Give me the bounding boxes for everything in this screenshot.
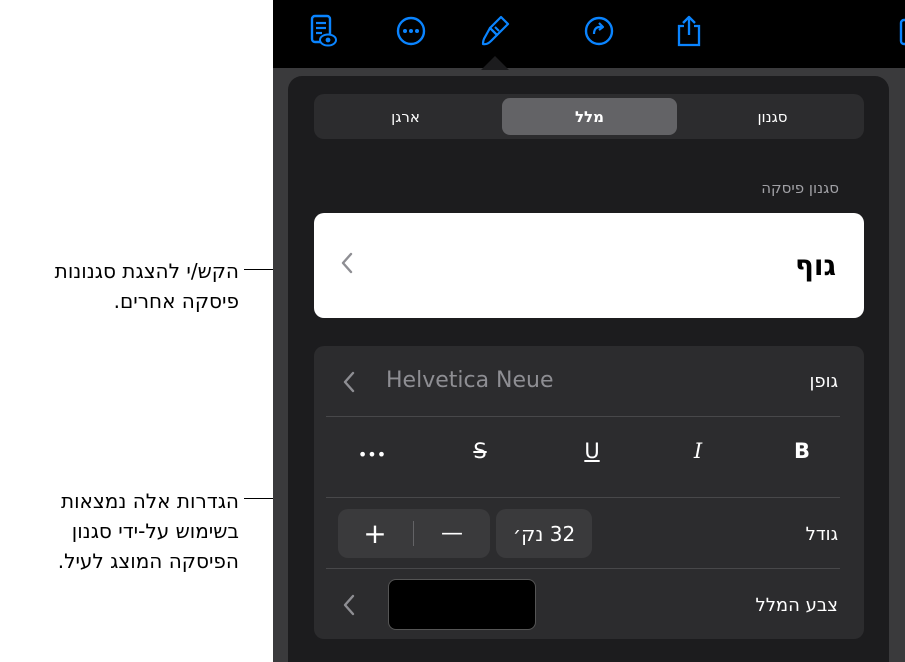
underline-button[interactable]: U — [572, 439, 612, 463]
popover-pointer — [481, 56, 509, 70]
chevron-left-icon — [342, 370, 356, 398]
tab-style[interactable]: סגנון — [685, 98, 860, 135]
reading-view-icon[interactable] — [305, 13, 341, 49]
tab-bar: ארגן מלל סגנון — [314, 94, 864, 139]
chevron-left-icon — [342, 593, 356, 621]
divider — [326, 497, 840, 498]
text-color-label: צבע המלל — [755, 595, 838, 616]
more-icon[interactable] — [393, 13, 429, 49]
ipad-screen: ארגן מלל סגנון סגנון פיסקה גוף גופן Helv… — [273, 0, 905, 662]
toolbar — [273, 0, 905, 68]
callout-tap-styles-line-2: פיסקה אחרים. — [113, 289, 239, 313]
size-value[interactable]: 32 נק׳ — [496, 509, 592, 558]
text-color-swatch[interactable] — [388, 579, 536, 630]
stepper-separator — [413, 521, 414, 546]
font-row[interactable]: גופן Helvetica Neue — [314, 346, 864, 416]
tab-arrange[interactable]: ארגן — [318, 98, 493, 135]
decrease-size-button[interactable]: — — [415, 509, 489, 558]
chevron-left-icon — [340, 251, 354, 279]
text-settings-group: גופן Helvetica Neue ••• S U I B גודל + —… — [314, 346, 864, 639]
paragraph-style-value: גוף — [794, 249, 836, 282]
callout-settings-line-1: הגדרות אלה נמצאות — [60, 489, 239, 513]
size-label: גודל — [805, 524, 838, 545]
paragraph-style-button[interactable]: גוף — [314, 213, 864, 318]
strikethrough-button[interactable]: S — [460, 439, 500, 463]
document-icon[interactable] — [889, 13, 905, 49]
format-buttons-row: ••• S U I B — [314, 417, 864, 497]
format-brush-icon[interactable] — [477, 13, 513, 49]
callout-settings-line-3: הפיסקה המוצג לעיל. — [57, 549, 239, 573]
share-icon[interactable] — [671, 13, 707, 49]
font-value: Helvetica Neue — [386, 368, 554, 393]
callout-settings-note: הגדרות אלה נמצאות בשימוש על-ידי סגנון הפ… — [0, 486, 239, 576]
tab-text[interactable]: מלל — [502, 98, 677, 135]
more-format-button[interactable]: ••• — [352, 445, 392, 464]
undo-icon[interactable] — [581, 13, 617, 49]
bold-button[interactable]: B — [782, 439, 822, 463]
size-stepper: + — — [338, 509, 490, 558]
callout-tap-styles-line-1: הקש/י להצגת סגנונות — [54, 259, 239, 283]
callout-settings-line-2: בשימוש על-ידי סגנון — [71, 519, 239, 543]
paragraph-style-section-label: סגנון פיסקה — [761, 179, 839, 197]
font-label: גופן — [809, 371, 838, 392]
format-panel: ארגן מלל סגנון סגנון פיסקה גוף גופן Helv… — [288, 76, 889, 662]
italic-button[interactable]: I — [678, 439, 718, 463]
callout-tap-styles: הקש/י להצגת סגנונות פיסקה אחרים. — [0, 256, 239, 316]
increase-size-button[interactable]: + — [338, 509, 412, 558]
